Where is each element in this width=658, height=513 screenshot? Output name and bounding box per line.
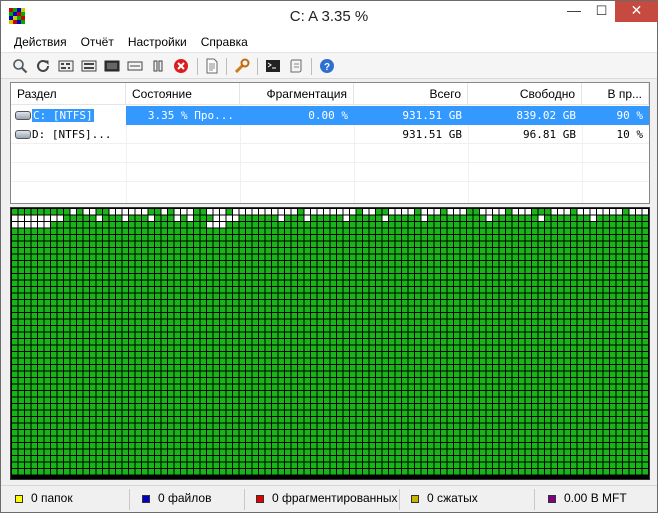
title-bar[interactable]: C: A 3.35 % — ☐ ✕	[1, 1, 658, 32]
drive-percent: 90 %	[582, 106, 649, 125]
menu-settings[interactable]: Настройки	[121, 32, 194, 52]
table-row[interactable]: C: [NTFS] 3.35 % Про... 0.00 % 931.51 GB…	[11, 106, 649, 125]
drive-total: 931.51 GB	[402, 128, 462, 141]
drive-fragmentation: 0.00 %	[240, 106, 354, 125]
status-compressed: 0 сжатых	[411, 486, 478, 513]
drive-total: 931.51 GB	[354, 106, 468, 125]
menu-report[interactable]: Отчёт	[74, 32, 121, 52]
drive-icon	[15, 130, 31, 139]
status-mft: 0.00 В MFT	[548, 486, 627, 513]
magnifier-icon[interactable]	[11, 57, 29, 75]
drive-icon	[15, 111, 31, 120]
files-legend-icon	[142, 495, 150, 503]
drive-percent: 10 %	[616, 128, 644, 141]
full-optimize-icon[interactable]	[80, 57, 98, 75]
menu-actions[interactable]: Действия	[7, 32, 74, 52]
menu-help[interactable]: Справка	[194, 32, 255, 52]
window-title: C: A 3.35 %	[289, 8, 369, 25]
menu-bar: Действия Отчёт Настройки Справка	[1, 32, 657, 52]
mft-optimize-icon[interactable]	[103, 57, 121, 75]
report-icon[interactable]	[203, 57, 221, 75]
settings-wrench-icon[interactable]	[233, 57, 251, 75]
col-status[interactable]: Состояние	[126, 83, 240, 105]
drive-free: 96.81 GB	[523, 128, 576, 141]
drive-name: C: [NTFS]	[32, 109, 94, 122]
close-button[interactable]: ✕	[615, 1, 658, 22]
flat-rect-icon[interactable]	[126, 57, 144, 75]
cluster-map[interactable]	[10, 207, 650, 480]
status-fragmented: 0 фрагментированных	[256, 486, 398, 513]
drive-free: 839.02 GB	[468, 106, 582, 125]
compressed-legend-icon	[411, 495, 419, 503]
col-total[interactable]: Всего	[354, 83, 468, 105]
drive-name: D: [NTFS]...	[32, 128, 112, 141]
pause-icon[interactable]	[149, 57, 167, 75]
status-bar: 0 папок 0 файлов 0 фрагментированных 0 с…	[1, 485, 657, 512]
mft-legend-icon	[548, 495, 556, 503]
drive-fragmentation	[240, 125, 354, 144]
maximize-button[interactable]: ☐	[588, 1, 615, 22]
col-partition[interactable]: Раздел	[11, 83, 126, 105]
col-fragmentation[interactable]: Фрагментация	[240, 83, 354, 105]
table-row[interactable]: D: [NTFS]... 931.51 GB 96.81 GB 10 %	[11, 125, 649, 144]
drive-status: 3.35 % Про...	[126, 106, 240, 125]
status-folders: 0 папок	[15, 486, 73, 513]
refresh-icon[interactable]	[34, 57, 52, 75]
console-icon[interactable]	[264, 57, 282, 75]
status-files: 0 файлов	[142, 486, 211, 513]
svg-text:?: ?	[324, 62, 330, 73]
list-header: Раздел Состояние Фрагментация Всего Своб…	[11, 83, 649, 105]
stop-icon[interactable]	[172, 57, 190, 75]
app-window: C: A 3.35 % — ☐ ✕ Действия Отчёт Настрой…	[0, 0, 658, 513]
cluster-map-grid	[12, 209, 648, 475]
col-free[interactable]: Свободно	[468, 83, 582, 105]
defrag-icon[interactable]	[57, 57, 75, 75]
minimize-button[interactable]: —	[560, 1, 588, 22]
drive-status	[126, 125, 240, 144]
help-icon[interactable]: ?	[318, 57, 336, 75]
toolbar: ?	[1, 52, 657, 79]
partition-list[interactable]: Раздел Состояние Фрагментация Всего Своб…	[10, 82, 650, 204]
fragmented-legend-icon	[256, 495, 264, 503]
folders-legend-icon	[15, 495, 23, 503]
col-percent[interactable]: В пр...	[582, 83, 649, 105]
script-icon[interactable]	[287, 57, 305, 75]
